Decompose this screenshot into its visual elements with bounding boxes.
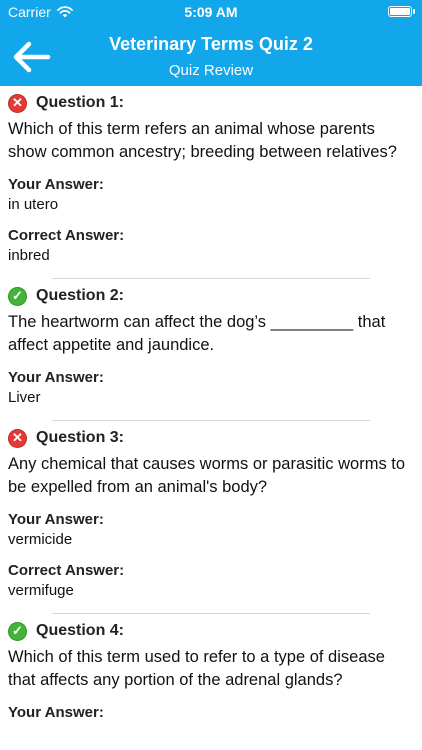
question-text: Which of this term refers an animal whos… — [8, 120, 397, 161]
cross-icon: ✕ — [8, 93, 27, 113]
clock: 5:09 AM — [184, 4, 238, 20]
question-item: ✕ Question 3: Any chemical that causes w… — [0, 421, 422, 614]
question-header: ✓ Question 4: — [8, 621, 414, 641]
question-item: ✓ Question 4: Which of this term used to… — [0, 614, 422, 722]
cross-icon: ✕ — [8, 428, 27, 448]
check-icon: ✓ — [8, 621, 27, 641]
question-text: Any chemical that causes worms or parasi… — [8, 455, 406, 496]
your-answer-label: Your Answer: — [8, 369, 104, 386]
question-header: ✓ Question 2: — [8, 286, 414, 306]
question-item: ✕ Question 1: Which of this term refers … — [0, 86, 422, 279]
your-answer-label: Your Answer: — [8, 176, 104, 193]
back-arrow-icon[interactable] — [12, 40, 52, 74]
question-header: ✕ Question 3: — [8, 428, 414, 448]
status-bar: Carrier 5:09 AM — [0, 0, 422, 24]
question-number: Question 1: — [36, 94, 125, 111]
check-icon: ✓ — [8, 286, 27, 306]
question-item: ✓ Question 2: The heartworm can affect t… — [0, 279, 422, 421]
your-answer-label: Your Answer: — [8, 704, 104, 721]
question-header: ✕ Question 1: — [8, 93, 414, 113]
your-answer-value: Liver — [8, 389, 41, 406]
quiz-review-list[interactable]: ✕ Question 1: Which of this term refers … — [0, 86, 422, 750]
question-number: Question 3: — [36, 429, 125, 446]
correct-answer-label: Correct Answer: — [8, 562, 125, 579]
question-number: Question 2: — [36, 287, 125, 304]
question-text: The heartworm can affect the dog’s _____… — [8, 313, 386, 354]
your-answer-label: Your Answer: — [8, 511, 104, 528]
your-answer-value: in utero — [8, 196, 59, 213]
question-number: Question 4: — [36, 622, 125, 639]
nav-header: Carrier 5:09 AM Veterinary Terms Quiz 2 … — [0, 0, 422, 86]
correct-answer-label: Correct Answer: — [8, 227, 125, 244]
page-title: Veterinary Terms Quiz 2 — [109, 34, 313, 54]
correct-answer-value: vermifuge — [8, 582, 74, 599]
battery-icon — [388, 6, 415, 17]
question-text: Which of this term used to refer to a ty… — [8, 648, 385, 689]
page-subtitle: Quiz Review — [168, 62, 254, 79]
your-answer-value: vermicide — [8, 531, 73, 548]
correct-answer-value: inbred — [8, 247, 50, 264]
